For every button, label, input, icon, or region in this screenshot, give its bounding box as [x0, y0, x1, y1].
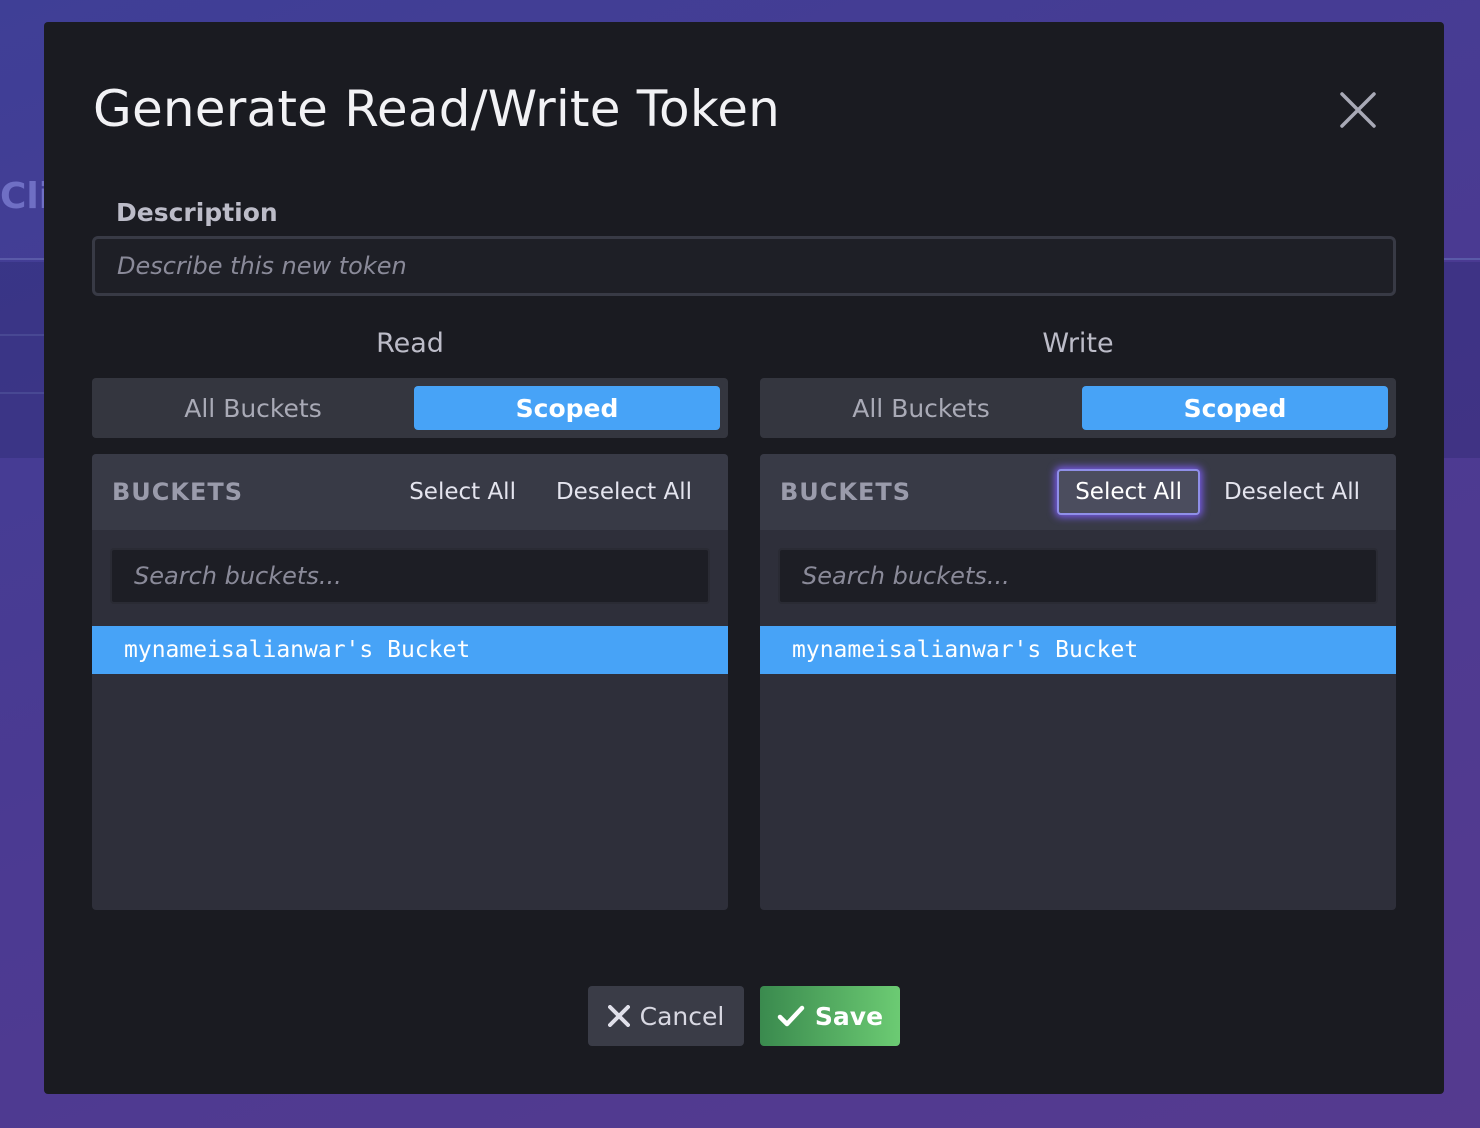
read-select-all-button[interactable]: Select All	[393, 471, 532, 513]
read-title: Read	[376, 328, 444, 359]
description-input[interactable]	[92, 236, 1396, 296]
write-title: Write	[1042, 328, 1114, 359]
read-column: Read All Buckets Scoped BUCKETS Select A…	[92, 322, 728, 910]
write-search-input[interactable]	[778, 548, 1378, 604]
write-deselect-all-button[interactable]: Deselect All	[1208, 471, 1376, 513]
background-divider	[1444, 258, 1480, 260]
close-icon	[1340, 92, 1376, 128]
checkmark-icon	[777, 1004, 805, 1028]
read-bucket-item[interactable]: mynameisalianwar's Bucket	[92, 626, 728, 674]
write-buckets-label: BUCKETS	[780, 478, 912, 506]
save-button[interactable]: Save	[760, 986, 900, 1046]
background-panel	[1444, 262, 1480, 458]
write-bucket-item[interactable]: mynameisalianwar's Bucket	[760, 626, 1396, 674]
read-buckets-label: BUCKETS	[112, 478, 244, 506]
write-buckets-header: BUCKETS Select All Deselect All	[760, 454, 1396, 530]
write-scope-toggle: All Buckets Scoped	[760, 378, 1396, 438]
generate-token-modal: Generate Read/Write Token Description Re…	[44, 22, 1444, 1094]
close-icon	[607, 1005, 630, 1027]
read-search-input[interactable]	[110, 548, 710, 604]
read-buckets-panel: BUCKETS Select All Deselect All mynameis…	[92, 454, 728, 910]
cancel-label: Cancel	[639, 1001, 725, 1031]
write-select-all-button[interactable]: Select All	[1057, 469, 1200, 515]
description-label: Description	[116, 198, 278, 227]
modal-title: Generate Read/Write Token	[93, 80, 781, 138]
read-deselect-all-button[interactable]: Deselect All	[540, 471, 708, 513]
read-scope-toggle: All Buckets Scoped	[92, 378, 728, 438]
read-buckets-header: BUCKETS Select All Deselect All	[92, 454, 728, 530]
close-button[interactable]	[1334, 86, 1382, 134]
cancel-button[interactable]: Cancel	[588, 986, 744, 1046]
read-all-buckets-option[interactable]: All Buckets	[100, 386, 406, 430]
background-divider	[0, 258, 44, 260]
write-column: Write All Buckets Scoped BUCKETS Select …	[760, 322, 1396, 910]
write-scoped-option[interactable]: Scoped	[1082, 386, 1388, 430]
write-all-buckets-option[interactable]: All Buckets	[768, 386, 1074, 430]
save-label: Save	[814, 1001, 884, 1031]
write-buckets-panel: BUCKETS Select All Deselect All mynameis…	[760, 454, 1396, 910]
background-panel	[0, 262, 44, 458]
read-scoped-option[interactable]: Scoped	[414, 386, 720, 430]
